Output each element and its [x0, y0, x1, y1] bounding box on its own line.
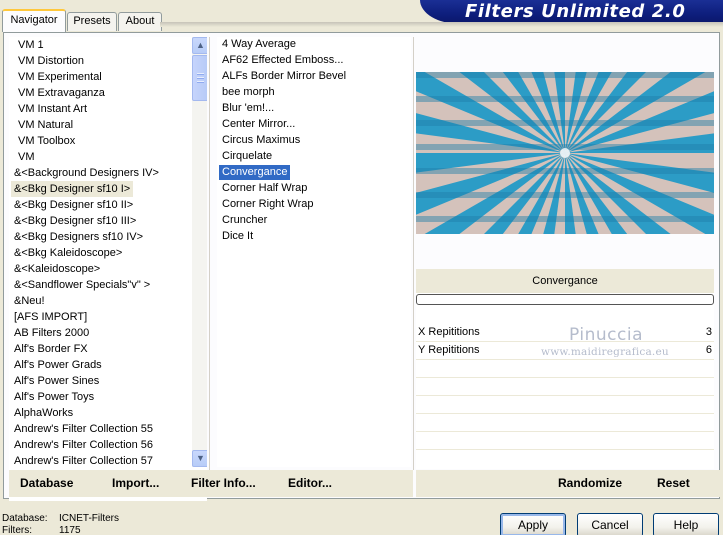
param-label: Y Repititions — [418, 344, 480, 356]
cancel-button[interactable]: Cancel — [577, 513, 643, 535]
category-item[interactable]: &<Sandflower Specials"v" > — [11, 277, 153, 293]
status-value: 1175 — [59, 525, 81, 535]
filter-info-button[interactable]: Filter Info... — [191, 470, 256, 497]
window-title: Filters Unlimited 2.0 — [465, 1, 686, 22]
param-row-empty — [416, 433, 714, 450]
filter-list[interactable]: 4 Way Average AF62 Effected Emboss... ALFs… — [217, 37, 411, 467]
param-row-x[interactable]: X Repititions 3 — [416, 325, 714, 342]
category-item[interactable]: VM Experimental — [15, 69, 105, 85]
category-item[interactable]: &<Bkg Designers sf10 IV> — [11, 229, 146, 245]
scroll-up-arrow-icon[interactable]: ▲ — [192, 37, 207, 54]
scroll-thumb[interactable] — [192, 55, 207, 101]
filter-item[interactable]: Cruncher — [219, 213, 270, 228]
status-label: Database: — [2, 513, 48, 524]
category-item[interactable]: &<Bkg Designer sf10 III> — [11, 213, 139, 229]
navigator-footer: Database Import... Filter Info... Editor… — [9, 470, 413, 497]
watermark-url: www.maidiregrafica.eu — [541, 346, 669, 358]
filter-preview-image — [416, 72, 714, 234]
category-item[interactable]: AlphaWorks — [11, 405, 76, 421]
category-item[interactable]: VM Extravaganza — [15, 85, 108, 101]
filter-item[interactable]: Blur 'em!... — [219, 101, 277, 116]
banner-shadow — [160, 22, 723, 27]
filter-item[interactable]: 4 Way Average — [219, 37, 299, 52]
category-item[interactable]: Andrew's Filter Collection 56 — [11, 437, 156, 453]
param-row-empty — [416, 397, 714, 414]
selected-filter-name: Convergance — [416, 269, 714, 293]
apply-button[interactable]: Apply — [500, 513, 566, 535]
preview-band — [416, 96, 714, 102]
tab-navigator[interactable]: Navigator — [2, 9, 66, 32]
status-label: Filters: — [2, 525, 32, 535]
category-item[interactable]: VM Toolbox — [15, 133, 78, 149]
preview-band — [416, 168, 714, 174]
database-button[interactable]: Database — [20, 470, 73, 497]
status-value: ICNET-Filters — [59, 513, 119, 524]
param-value: 6 — [705, 344, 712, 356]
category-item[interactable]: VM Distortion — [15, 53, 87, 69]
filter-item[interactable]: Cirquelate — [219, 149, 275, 164]
category-item[interactable]: &<Kaleidoscope> — [11, 261, 103, 277]
status-database: Database: ICNET-Filters — [2, 513, 119, 525]
tab-presets[interactable]: Presets — [67, 12, 117, 31]
tab-about[interactable]: About — [118, 12, 162, 31]
progress-bar — [416, 294, 714, 305]
grip-line — [197, 77, 204, 78]
category-item[interactable]: Alf's Power Sines — [11, 373, 102, 389]
import-button[interactable]: Import... — [112, 470, 159, 497]
scroll-down-arrow-icon[interactable]: ▼ — [192, 450, 207, 467]
preview-band — [416, 72, 714, 78]
category-item[interactable]: Andrew's Filter Collection 57 — [11, 453, 156, 469]
convergence-pattern — [416, 72, 714, 234]
pane-divider — [209, 37, 210, 470]
filter-item[interactable]: Dice It — [219, 229, 256, 244]
title-banner: Filters Unlimited 2.0 — [420, 0, 723, 24]
preview-band — [416, 120, 714, 126]
preview-band — [416, 216, 714, 222]
grip-line — [197, 73, 204, 74]
filter-item[interactable]: bee morph — [219, 85, 278, 100]
randomize-button[interactable]: Randomize — [558, 470, 622, 497]
category-item[interactable]: &Neu! — [11, 293, 48, 309]
param-value: 3 — [705, 326, 712, 338]
param-row-empty — [416, 361, 714, 378]
help-button[interactable]: Help — [653, 513, 719, 535]
category-item[interactable]: Alf's Power Grads — [11, 357, 105, 373]
filter-item[interactable]: Circus Maximus — [219, 133, 303, 148]
param-label: X Repititions — [418, 326, 480, 338]
filter-item[interactable]: Corner Half Wrap — [219, 181, 310, 196]
category-item[interactable]: VM 1 — [15, 37, 47, 53]
category-item[interactable]: Alf's Border FX — [11, 341, 91, 357]
category-item[interactable]: Andrew's Filter Collection 55 — [11, 421, 156, 437]
category-item[interactable]: VM Instant Art — [15, 101, 90, 117]
pane-divider — [413, 37, 414, 470]
param-row-empty — [416, 415, 714, 432]
category-item[interactable]: [AFS IMPORT] — [11, 309, 90, 325]
category-item[interactable]: &<Background Designers IV> — [11, 165, 162, 181]
preview-center — [560, 148, 570, 158]
filter-item[interactable]: AF62 Effected Emboss... — [219, 53, 346, 68]
reset-button[interactable]: Reset — [657, 470, 690, 497]
category-item[interactable]: VM — [15, 149, 38, 165]
param-row-empty — [416, 379, 714, 396]
category-item[interactable]: &<Bkg Designer sf10 I> — [11, 181, 134, 197]
category-item[interactable]: &<Bkg Kaleidoscope> — [11, 245, 125, 261]
preview-band — [416, 192, 714, 198]
filter-item[interactable]: Corner Right Wrap — [219, 197, 317, 212]
category-item[interactable]: &<Bkg Designer sf10 II> — [11, 197, 136, 213]
editor-button[interactable]: Editor... — [288, 470, 332, 497]
filter-item[interactable]: Center Mirror... — [219, 117, 298, 132]
preview-footer: Randomize Reset — [416, 470, 720, 497]
category-list[interactable]: ▲ ▼ VM 1 VM Distortion VM Experimental VM E… — [9, 37, 207, 501]
grip-line — [197, 81, 204, 82]
status-filters: Filters: 1175 — [2, 525, 81, 535]
navigator-panel: ▲ ▼ VM 1 VM Distortion VM Experimental VM E… — [3, 32, 720, 501]
tab-strip: Navigator Presets About — [0, 0, 430, 32]
filter-item[interactable]: ALFs Border Mirror Bevel — [219, 69, 349, 84]
filter-item[interactable]: Convergance — [219, 165, 291, 180]
category-item[interactable]: VM Natural — [15, 117, 76, 133]
category-scrollbar[interactable]: ▲ ▼ — [192, 37, 207, 467]
category-item[interactable]: Alf's Power Toys — [11, 389, 97, 405]
category-item[interactable]: AB Filters 2000 — [11, 325, 92, 341]
watermark-name: Pinuccia — [569, 325, 643, 345]
